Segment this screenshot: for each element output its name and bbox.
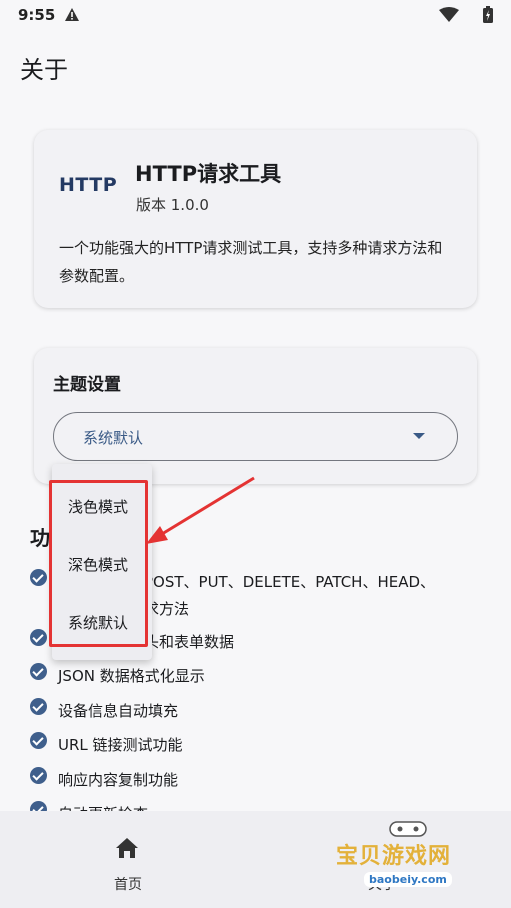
feature-text: JSON 数据格式化显示 <box>58 667 205 685</box>
check-circle-icon <box>30 767 47 784</box>
theme-select-value: 系统默认 <box>83 429 144 447</box>
app-logo: HTTP <box>59 174 118 196</box>
highlight-box <box>49 480 148 647</box>
battery-icon <box>483 6 493 23</box>
status-time: 9:55 <box>18 6 56 24</box>
dropdown-arrow-icon <box>413 433 425 439</box>
page-title: 关于 <box>20 56 68 84</box>
watermark-url: baobeiy.com <box>364 872 452 887</box>
watermark-text: 宝贝游戏网 <box>336 844 452 869</box>
check-circle-icon <box>30 663 47 680</box>
check-circle-icon <box>30 629 47 646</box>
app-info-card: HTTP HTTP请求工具 版本 1.0.0 一个功能强大的HTTP请求测试工具… <box>34 130 477 308</box>
app-description: 一个功能强大的HTTP请求测试工具，支持多种请求方法和参数配置。 <box>59 239 443 285</box>
warning-icon <box>65 8 79 21</box>
app-name: HTTP请求工具 <box>135 162 282 186</box>
nav-home[interactable]: 首页 <box>114 874 142 894</box>
app-version: 版本 1.0.0 <box>136 196 209 214</box>
feature-text: URL 链接测试功能 <box>58 736 183 754</box>
wifi-icon <box>439 7 459 22</box>
feature-text: POST、PUT、DELETE、PATCH、HEAD、 <box>144 573 436 591</box>
check-circle-icon <box>30 569 47 586</box>
feature-text: 头和表单数据 <box>144 633 235 651</box>
features-title: 功 <box>30 526 50 550</box>
annotation-arrow-icon <box>146 476 255 544</box>
feature-text: 响应内容复制功能 <box>58 771 179 789</box>
check-circle-icon <box>30 732 47 749</box>
theme-select[interactable]: 系统默认 <box>53 412 458 461</box>
feature-text: 设备信息自动填充 <box>58 702 179 720</box>
watermark-logo: 宝贝游戏网 baobeiy.com <box>336 818 476 900</box>
status-bar: 9:55 <box>0 0 511 32</box>
theme-settings-title: 主题设置 <box>53 375 121 395</box>
gamepad-icon <box>389 821 427 837</box>
home-icon[interactable] <box>115 837 139 859</box>
check-circle-icon <box>30 698 47 715</box>
